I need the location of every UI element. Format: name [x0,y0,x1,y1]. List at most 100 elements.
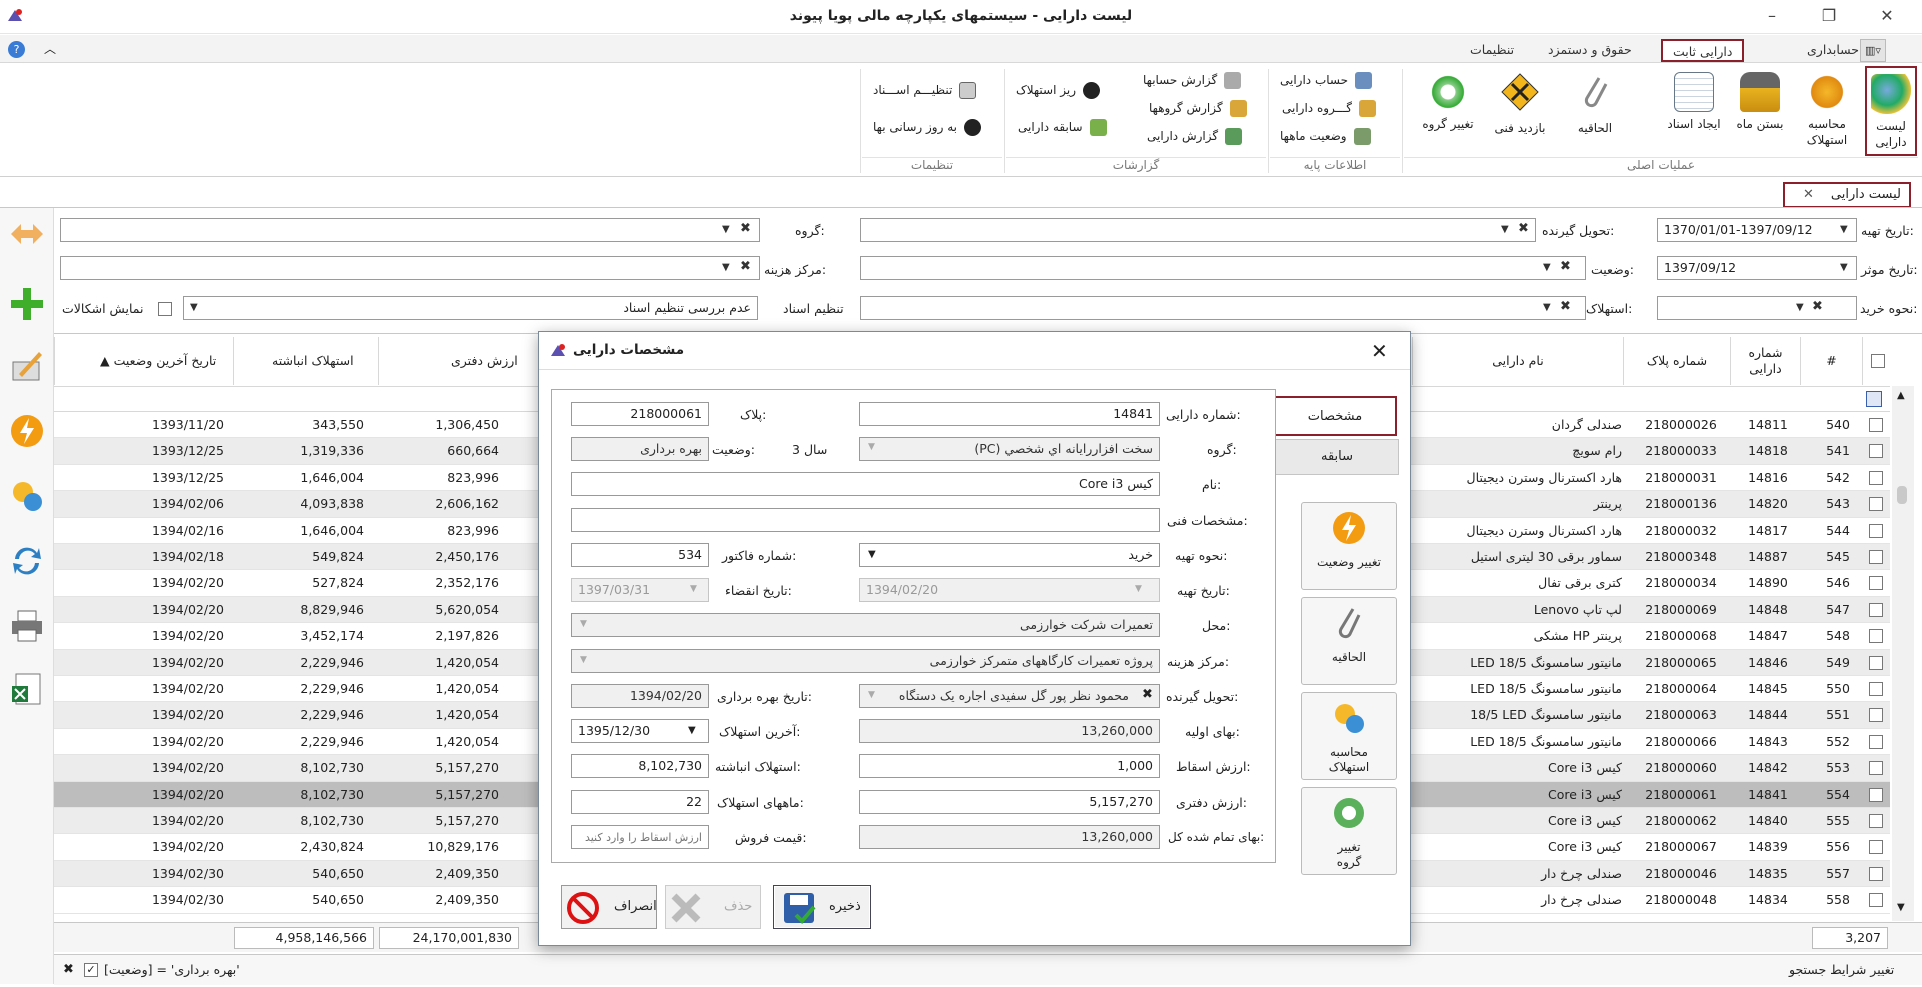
create-documents-button[interactable]: ایجاد اسناد [1664,66,1724,156]
row-checkbox[interactable] [1869,470,1883,485]
cancel-button[interactable]: انصراف [561,885,657,929]
receiver-select[interactable] [860,218,1536,242]
purchase-method-select[interactable] [1657,296,1857,320]
clear-receiver-icon[interactable]: ✖ [1518,221,1529,236]
row-checkbox[interactable] [1869,840,1883,855]
attachment-side-button[interactable]: الحاقیه [1301,597,1397,685]
report-groups-button[interactable]: گزارش گروهها [1149,97,1249,119]
export-excel-icon[interactable] [9,670,45,706]
chevron-down-icon[interactable]: ▼ [1796,302,1804,313]
chevron-down-icon[interactable]: ▼ [580,619,587,629]
row-checkbox[interactable] [1869,655,1883,670]
chevron-down-icon[interactable]: ▼ [1501,224,1509,235]
row-checkbox[interactable] [1869,576,1883,591]
row-checkbox[interactable] [1869,629,1883,644]
clear-cost-center-icon[interactable]: ✖ [740,259,751,274]
chevron-down-icon[interactable]: ▼ [868,442,875,452]
purchase-select[interactable]: خرید [859,543,1160,567]
book-value-field[interactable]: 5,157,270 [859,790,1160,814]
minimize-icon[interactable]: – [1755,4,1789,28]
attachment-button[interactable]: الحاقیه [1565,66,1625,156]
scroll-thumb[interactable] [1897,486,1907,504]
row-checkbox[interactable] [1869,814,1883,828]
clear-depreciation-icon[interactable]: ✖ [1560,299,1571,314]
col-plate[interactable]: شماره پلاک [1623,337,1730,385]
effective-date-field[interactable]: 1397/09/12 [1657,256,1857,280]
row-checkbox[interactable] [1869,497,1883,512]
accum-field[interactable]: 8,102,730 [571,754,709,778]
select-all-checkbox[interactable] [1870,354,1885,368]
row-checkbox[interactable] [1869,893,1883,908]
group-field[interactable]: سخت افزاررایانه اي شخصي (PC) [859,437,1160,461]
col-name[interactable]: نام دارایی [1412,337,1623,385]
row-checkbox[interactable] [1869,550,1883,564]
refresh-icon[interactable] [9,543,45,579]
change-group-side-button[interactable]: تغییر گروه [1301,787,1397,875]
sale-price-input[interactable] [571,825,709,849]
change-search-link[interactable]: تغییر شرایط جستجو [1789,962,1894,977]
chevron-down-icon[interactable]: ▼ [1543,302,1551,313]
status-select[interactable] [860,256,1586,280]
col-book-value[interactable]: ارزش دفتری [378,337,518,385]
chevron-down-icon[interactable]: ▼ [580,655,587,665]
group-select[interactable] [60,218,760,242]
row-checkbox[interactable] [1869,523,1883,538]
clear-filter-icon[interactable]: ✖ [63,962,74,977]
depreciation-detail-button[interactable]: ریز استهلاک [1016,79,1102,101]
chevron-down-icon[interactable]: ▼ [722,224,730,235]
report-accounts-button[interactable]: گزارش حسابها [1143,69,1243,91]
receiver-field[interactable]: محمود نظر پور گل سفیدی اجاره یک دستگاه [859,684,1160,708]
chevron-down-icon[interactable]: ▼ [868,690,875,700]
filter-expression[interactable]: [وضعیت] = 'بهره برداری' [104,962,240,977]
row-checkbox[interactable] [1869,602,1883,617]
select-all-header[interactable] [1862,337,1892,385]
edit-icon[interactable] [9,348,45,384]
asset-history-button[interactable]: سابقه دارایی [1018,116,1109,138]
row-checkbox[interactable] [1869,418,1883,432]
row-checkbox[interactable] [1869,734,1883,749]
location-field[interactable]: تعمیرات شرکت خوارزمی [571,613,1160,637]
tab-accounting[interactable]: حسابداری [1797,39,1869,62]
asset-account-button[interactable]: حساب دارایی [1280,69,1374,91]
change-status-button[interactable]: تغییر وضعیت [1301,502,1397,590]
chevron-down-icon[interactable]: ▼ [190,302,198,313]
depreciation-select[interactable] [860,296,1586,320]
chevron-down-icon[interactable]: ▼ [1840,262,1848,273]
clear-receiver-icon[interactable]: ✖ [1142,687,1153,702]
doc-tab-asset-list[interactable]: لیست دارایی ✕ [1783,182,1911,208]
gears-icon[interactable] [9,478,45,514]
document-settings-button[interactable]: تنظیـــم اســـناد [873,79,978,101]
chevron-down-icon[interactable]: ▼ [688,725,696,736]
cost-center-field[interactable]: پروژه تعمیرات کارگاههای متمرکز خوارزمی [571,649,1160,673]
issue-date-range-field[interactable]: 1370/01/01-1397/09/12 [1657,218,1857,242]
show-problems-checkbox[interactable] [158,302,172,316]
doc-setting-select[interactable]: عدم بررسی تنظیم اسناد [183,296,758,320]
lightning-icon[interactable] [9,413,45,449]
close-icon[interactable]: ✕ [1870,4,1904,28]
asset-no-field[interactable]: 14841 [859,402,1160,426]
tab-fixed-assets[interactable]: دارایی ثابت [1661,39,1745,62]
cost-center-select[interactable] [60,256,760,280]
plate-field[interactable]: 218000061 [571,402,709,426]
chevron-down-icon[interactable]: ▼ [722,262,730,273]
collapse-icon[interactable]: ︿ [44,40,56,57]
clear-group-icon[interactable]: ✖ [740,221,751,236]
tech-field[interactable] [571,508,1160,532]
scroll-up-icon[interactable]: ▲ [1897,390,1905,401]
filter-active-checkbox[interactable]: ✓ [84,963,98,977]
chevron-down-icon[interactable]: ▼ [868,549,876,560]
col-last-status-date[interactable]: ▲ تاریخ آخرین وضعیت [54,337,233,385]
tab-details[interactable]: مشخصات [1273,396,1397,436]
close-tab-icon[interactable]: ✕ [1803,184,1814,206]
scroll-down-icon[interactable]: ▼ [1897,902,1905,913]
row-checkbox[interactable] [1869,761,1883,776]
row-checkbox[interactable] [1869,682,1883,696]
help-icon[interactable]: ? [8,41,25,58]
print-icon[interactable] [9,608,45,644]
technical-visit-button[interactable]: بازدید فنی [1490,66,1550,156]
name-field[interactable]: کیس Core i3 [571,472,1160,496]
tab-history[interactable]: سابقه [1275,439,1399,475]
grid-scrollbar[interactable]: ▲ ▼ [1892,386,1914,921]
tab-settings[interactable]: تنظیمات [1460,39,1524,62]
filter-row-icon[interactable] [1866,391,1882,407]
